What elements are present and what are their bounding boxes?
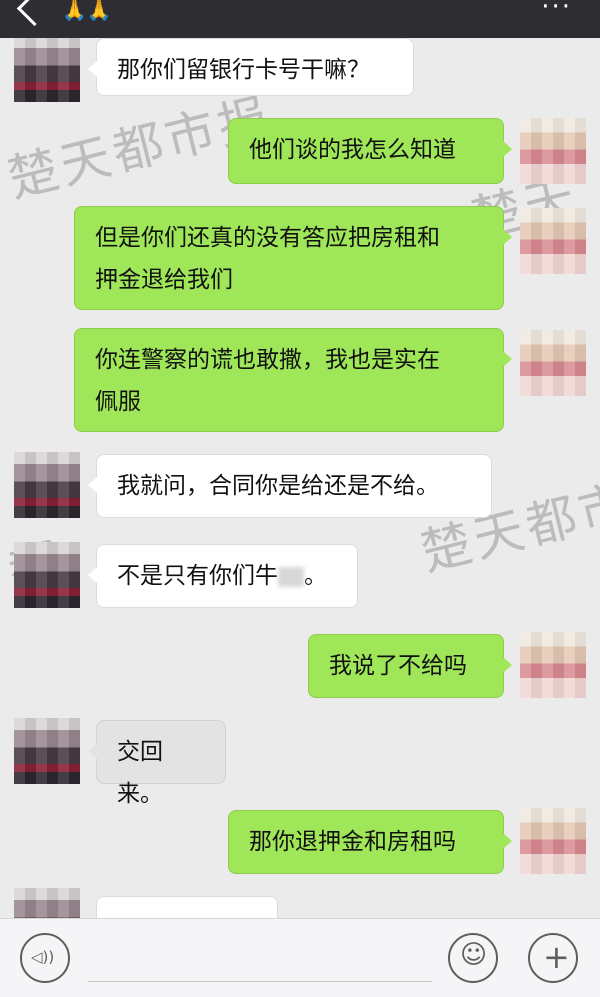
avatar[interactable] (14, 718, 80, 784)
avatar[interactable] (14, 888, 80, 918)
avatar[interactable] (14, 38, 80, 102)
message-text-tail: 。 (304, 563, 327, 589)
message-text-line: 但是你们还真的没有答应把房租和 (95, 225, 440, 251)
avatar[interactable] (520, 632, 586, 698)
message-bubble[interactable]: 不是只有你们牛。 (88, 544, 358, 608)
top-bar: 🙏🙏 ··· (0, 0, 600, 38)
plus-icon[interactable]: + (528, 933, 578, 983)
voice-icon[interactable]: ◁)) (20, 933, 70, 983)
plus-glyph: + (543, 938, 570, 976)
emoji-glyph: ☺ (460, 940, 488, 970)
message-text-line: 押金退给我们 (95, 267, 233, 293)
more-dots-icon[interactable]: ··· (541, 0, 572, 20)
avatar[interactable] (14, 542, 80, 608)
message-text: 他们谈的我怎么知道 (249, 137, 456, 163)
input-toolbar: ◁)) ☺ + (0, 918, 600, 997)
message-text: 我说了不给吗 (329, 653, 467, 679)
message-bubble[interactable]: 你连警察的谎也敢撒，我也是实在 佩服 (74, 328, 512, 432)
message-text: 我就问，合同你是给还是不给。 (117, 473, 439, 499)
message-bubble[interactable]: 那你们留银行卡号干嘛？ (88, 38, 414, 96)
message-bubble[interactable]: 他们谈的我怎么知道 (228, 118, 512, 184)
message-input[interactable] (88, 981, 432, 982)
avatar[interactable] (520, 208, 586, 274)
avatar[interactable] (520, 118, 586, 184)
message-bubble-partial[interactable] (96, 896, 278, 918)
message-text: 那你们留银行卡号干嘛？ (117, 57, 370, 83)
message-text: 不是只有你们牛 (117, 563, 278, 589)
message-text: 那你退押金和房租吗 (249, 829, 456, 855)
voice-glyph: ◁)) (31, 948, 55, 966)
message-text-line: 佩服 (95, 389, 141, 415)
chevron-left-icon[interactable] (16, 0, 53, 27)
message-bubble[interactable]: 我就问，合同你是给还是不给。 (88, 454, 492, 518)
chat-area: 楚天都市报 楚天 都 楚天都市 那你们留银行卡号干嘛？ 他们谈的我怎么知道 但是… (0, 38, 600, 918)
avatar[interactable] (14, 452, 80, 518)
message-text-line: 你连警察的谎也敢撒，我也是实在 (95, 347, 440, 373)
message-bubble[interactable]: 那你退押金和房租吗 (228, 810, 512, 874)
message-bubble[interactable]: 但是你们还真的没有答应把房租和 押金退给我们 (74, 206, 512, 310)
message-bubble[interactable]: 交回来。 (88, 720, 226, 807)
chat-title: 🙏🙏 (62, 0, 112, 22)
avatar[interactable] (520, 330, 586, 396)
blurred-text (278, 566, 304, 587)
avatar[interactable] (520, 808, 586, 874)
message-bubble[interactable]: 我说了不给吗 (308, 634, 512, 698)
message-text: 交回来。 (117, 739, 163, 807)
emoji-icon[interactable]: ☺ (448, 933, 498, 983)
